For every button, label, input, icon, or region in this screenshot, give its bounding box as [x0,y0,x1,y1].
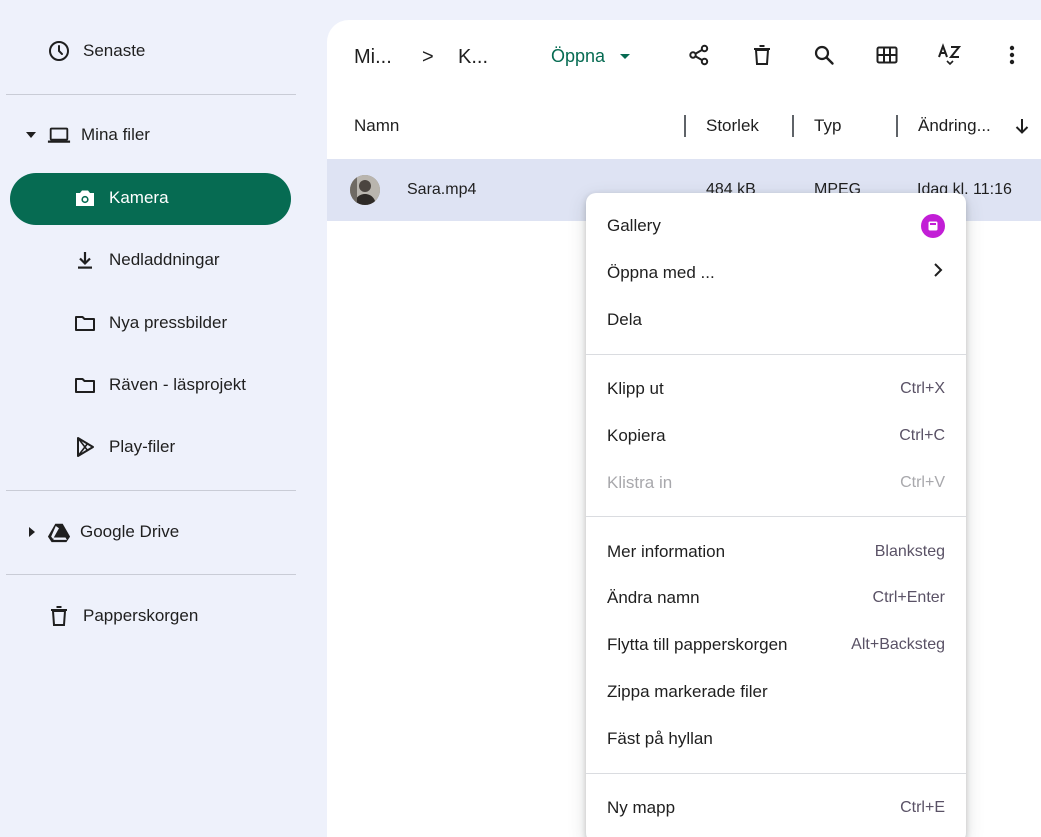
expand-arrow-icon[interactable] [26,132,36,138]
menu-item-share[interactable]: Dela [586,296,966,343]
search-icon [812,43,836,72]
menu-item-new-folder[interactable]: Ny mapp Ctrl+E [586,784,966,831]
column-header-modified[interactable]: Ändring... [918,116,991,136]
sidebar-item-raven[interactable]: Räven - läsprojekt [73,373,246,397]
column-header-name[interactable]: Namn [354,116,399,136]
menu-item-label: Mer information [607,541,726,561]
menu-item-open-with[interactable]: Öppna med ... [586,249,966,296]
menu-item-shortcut: Ctrl+V [900,473,945,491]
menu-item-label: Klistra in [607,472,673,492]
menu-item-copy[interactable]: Kopiera Ctrl+C [586,412,966,459]
sidebar-item-google-drive[interactable]: Google Drive [29,520,179,544]
open-button-label: Öppna [551,46,606,66]
sidebar-item-label: Papperskorgen [83,606,199,625]
clock-icon [47,39,71,63]
sort-descending-icon[interactable] [1013,116,1031,141]
sidebar: Senaste Mina filer Kamera Nedladdningar … [0,0,310,837]
camera-icon [73,186,97,210]
menu-item-label: Fäst på hyllan [607,728,713,748]
menu-item-label: Dela [607,309,642,329]
menu-item-label: Kopiera [607,425,666,445]
menu-item-label: Ändra namn [607,587,700,607]
menu-item-label: Öppna med ... [607,262,715,282]
gallery-app-icon [921,213,945,238]
delete-button[interactable] [747,42,777,72]
menu-item-label: Gallery [607,215,661,235]
folder-icon [73,373,97,397]
open-button[interactable]: Öppna [551,46,631,67]
menu-item-paste: Klistra in Ctrl+V [586,459,966,506]
sidebar-item-label: Mina filer [81,125,150,144]
share-icon [687,43,711,72]
menu-item-shortcut: Ctrl+X [900,379,945,397]
sidebar-item-label: Nedladdningar [109,250,220,269]
sidebar-divider [6,490,296,491]
dropdown-arrow-icon [620,54,631,59]
laptop-icon [47,123,71,147]
menu-item-label: Flytta till papperskorgen [607,634,788,654]
trash-icon [47,604,71,628]
sort-az-icon [937,42,963,73]
menu-divider [586,773,966,774]
expand-arrow-icon[interactable] [29,527,35,537]
menu-item-shortcut: Ctrl+Enter [872,588,945,606]
grid-view-button[interactable] [872,42,902,72]
menu-item-shortcut: Blanksteg [874,542,945,560]
sidebar-item-recent[interactable]: Senaste [47,39,145,63]
context-menu: Gallery Öppna med ... Dela Klipp ut Ctrl… [586,193,966,837]
menu-item-shortcut: Ctrl+C [899,426,945,444]
menu-item-move-to-trash[interactable]: Flytta till papperskorgen Alt+Backsteg [586,621,966,668]
column-header-size[interactable]: Storlek [706,116,759,136]
grid-icon [875,43,899,72]
sort-button[interactable] [935,42,965,72]
download-icon [73,248,97,272]
video-thumbnail [350,175,380,205]
sidebar-divider [6,94,296,95]
google-drive-icon [47,520,71,544]
menu-item-cut[interactable]: Klipp ut Ctrl+X [586,365,966,412]
breadcrumb-current[interactable]: K... [458,46,488,69]
sidebar-item-downloads[interactable]: Nedladdningar [73,248,220,272]
sidebar-item-label: Senaste [83,41,146,60]
breadcrumb-separator: > [422,46,434,68]
search-button[interactable] [809,42,839,72]
menu-item-rename[interactable]: Ändra namn Ctrl+Enter [586,574,966,621]
menu-item-pin-to-shelf[interactable]: Fäst på hyllan [586,715,966,762]
sidebar-item-camera-content[interactable]: Kamera [73,186,169,210]
folder-icon [73,311,97,335]
menu-item-shortcut: Ctrl+E [900,798,945,816]
menu-item-label: Zippa markerade filer [607,681,768,701]
sidebar-item-label: Kamera [109,188,169,207]
menu-item-label: Ny mapp [607,797,676,817]
sidebar-item-nya-pressbilder[interactable]: Nya pressbilder [73,311,227,335]
file-name: Sara.mp4 [407,181,477,198]
column-divider[interactable] [792,115,794,137]
chevron-right-icon [931,262,945,283]
sidebar-item-label: Google Drive [80,522,180,541]
play-store-icon [73,435,97,459]
menu-divider [586,516,966,517]
column-divider[interactable] [896,115,898,137]
share-button[interactable] [684,42,714,72]
menu-item-info[interactable]: Mer information Blanksteg [586,528,966,575]
sidebar-item-label: Räven - läsprojekt [109,375,247,394]
sidebar-divider [6,574,296,575]
menu-item-label: Klipp ut [607,378,664,398]
more-vert-icon [1000,43,1024,72]
sidebar-item-label: Play-filer [109,437,176,456]
menu-item-zip[interactable]: Zippa markerade filer [586,668,966,715]
sidebar-item-label: Nya pressbilder [109,313,228,332]
trash-icon [750,43,774,72]
sidebar-item-play-files[interactable]: Play-filer [73,435,175,459]
menu-item-shortcut: Alt+Backsteg [851,635,945,653]
sidebar-item-trash[interactable]: Papperskorgen [47,604,198,628]
column-header-type[interactable]: Typ [814,116,841,136]
menu-item-gallery[interactable]: Gallery [586,202,966,249]
more-options-button[interactable] [997,42,1027,72]
column-divider[interactable] [684,115,686,137]
sidebar-item-my-files[interactable]: Mina filer [26,123,150,147]
menu-divider [586,354,966,355]
breadcrumb-parent[interactable]: Mi... [354,46,392,69]
